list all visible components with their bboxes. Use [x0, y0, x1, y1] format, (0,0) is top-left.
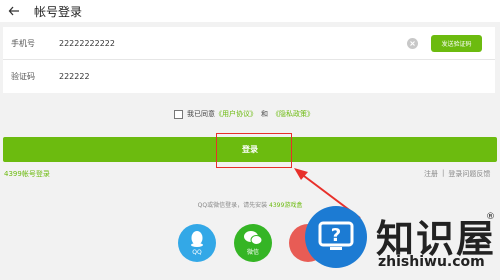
phone-label: 手机号	[11, 38, 35, 48]
agree-checkbox[interactable]	[174, 109, 183, 119]
feedback-link[interactable]: 登录问题反馈	[448, 169, 490, 179]
agreement-row: 我已同意 《用户协议》 和 《隐私政策》	[174, 107, 314, 121]
agreement-and: 和	[261, 110, 268, 118]
user-agreement-link[interactable]: 《用户协议》	[215, 109, 257, 119]
agreement-prefix: 我已同意	[187, 110, 215, 118]
account-login-link[interactable]: 4399帐号登录	[4, 169, 50, 179]
qq-login-button[interactable]: QQ	[178, 224, 216, 262]
link-separator: |	[442, 169, 445, 177]
social-hint-prefix: QQ或微信登录，请先安装	[197, 202, 268, 209]
phone-input[interactable]: 22222222222	[59, 39, 115, 48]
register-link[interactable]: 注册	[424, 169, 438, 179]
login-form: 手机号 22222222222 发送验证码 验证码 222222	[3, 27, 495, 93]
phone-row: 手机号 22222222222 发送验证码	[3, 27, 495, 60]
code-label: 验证码	[11, 72, 35, 81]
clear-icon[interactable]	[407, 38, 418, 49]
page-title: 帐号登录	[34, 4, 83, 19]
watermark-logo-icon: ?	[305, 206, 367, 268]
qq-label: QQ	[192, 249, 202, 256]
secondary-links: 注册 | 登录问题反馈	[424, 169, 490, 179]
svg-text:?: ?	[331, 225, 341, 246]
watermark-registered: ®	[486, 212, 495, 222]
code-row: 验证码 222222	[3, 60, 495, 93]
watermark-url: zhishiwu.com	[378, 254, 485, 270]
wechat-login-button[interactable]: 微信	[234, 224, 272, 262]
code-input[interactable]: 222222	[59, 72, 90, 81]
wechat-label: 微信	[246, 249, 259, 256]
back-arrow-icon[interactable]	[8, 5, 20, 17]
game-box-link[interactable]: 4399游戏盒	[269, 202, 302, 209]
highlight-box	[216, 133, 292, 168]
watermark: ? 知识屋 ® zhishiwu.com	[304, 200, 500, 280]
wechat-icon	[244, 231, 263, 245]
privacy-policy-link[interactable]: 《隐私政策》	[272, 109, 314, 119]
top-bar: 帐号登录	[0, 0, 500, 22]
qq-icon	[191, 231, 203, 247]
send-code-button[interactable]: 发送验证码	[431, 35, 482, 52]
